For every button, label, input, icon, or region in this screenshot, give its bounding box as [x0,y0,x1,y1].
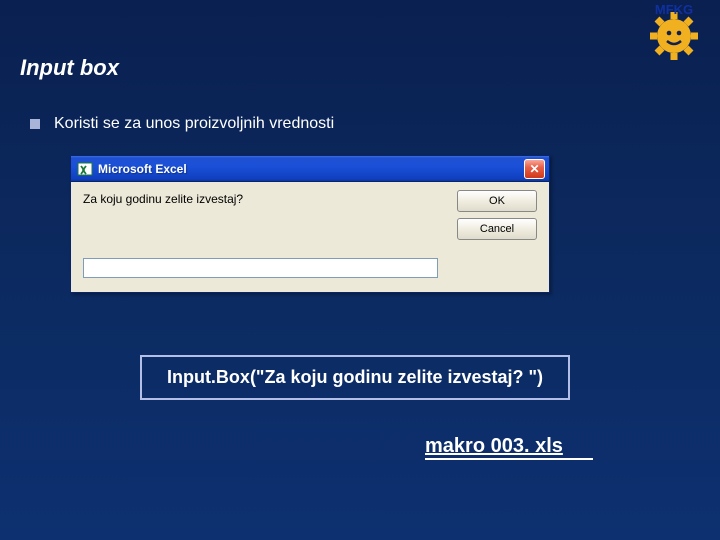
bullet-line: Koristi se za unos proizvoljnih vrednost… [30,115,334,133]
bullet-text: Koristi se za unos proizvoljnih vrednost… [54,115,334,133]
inputbox-dialog: Microsoft Excel ✕ Za koju godinu zelite … [70,155,550,293]
dialog-body: Za koju godinu zelite izvestaj? OK Cance… [71,182,549,292]
file-link[interactable]: makro 003. xls [425,435,593,460]
slide-title: Input box [20,55,119,81]
logo-text: MFKG [655,2,693,17]
ok-button[interactable]: OK [457,190,537,212]
excel-icon [77,161,93,177]
mfkg-logo: MFKG [637,2,712,64]
code-example: Input.Box("Za koju godinu zelite izvesta… [140,355,570,400]
close-icon: ✕ [529,163,539,175]
dialog-input[interactable] [83,258,438,278]
cancel-button[interactable]: Cancel [457,218,537,240]
dialog-titlebar: Microsoft Excel ✕ [71,156,549,182]
close-button[interactable]: ✕ [524,159,545,179]
dialog-prompt: Za koju godinu zelite izvestaj? [83,192,243,206]
bullet-icon [30,119,40,129]
dialog-title: Microsoft Excel [98,162,524,176]
